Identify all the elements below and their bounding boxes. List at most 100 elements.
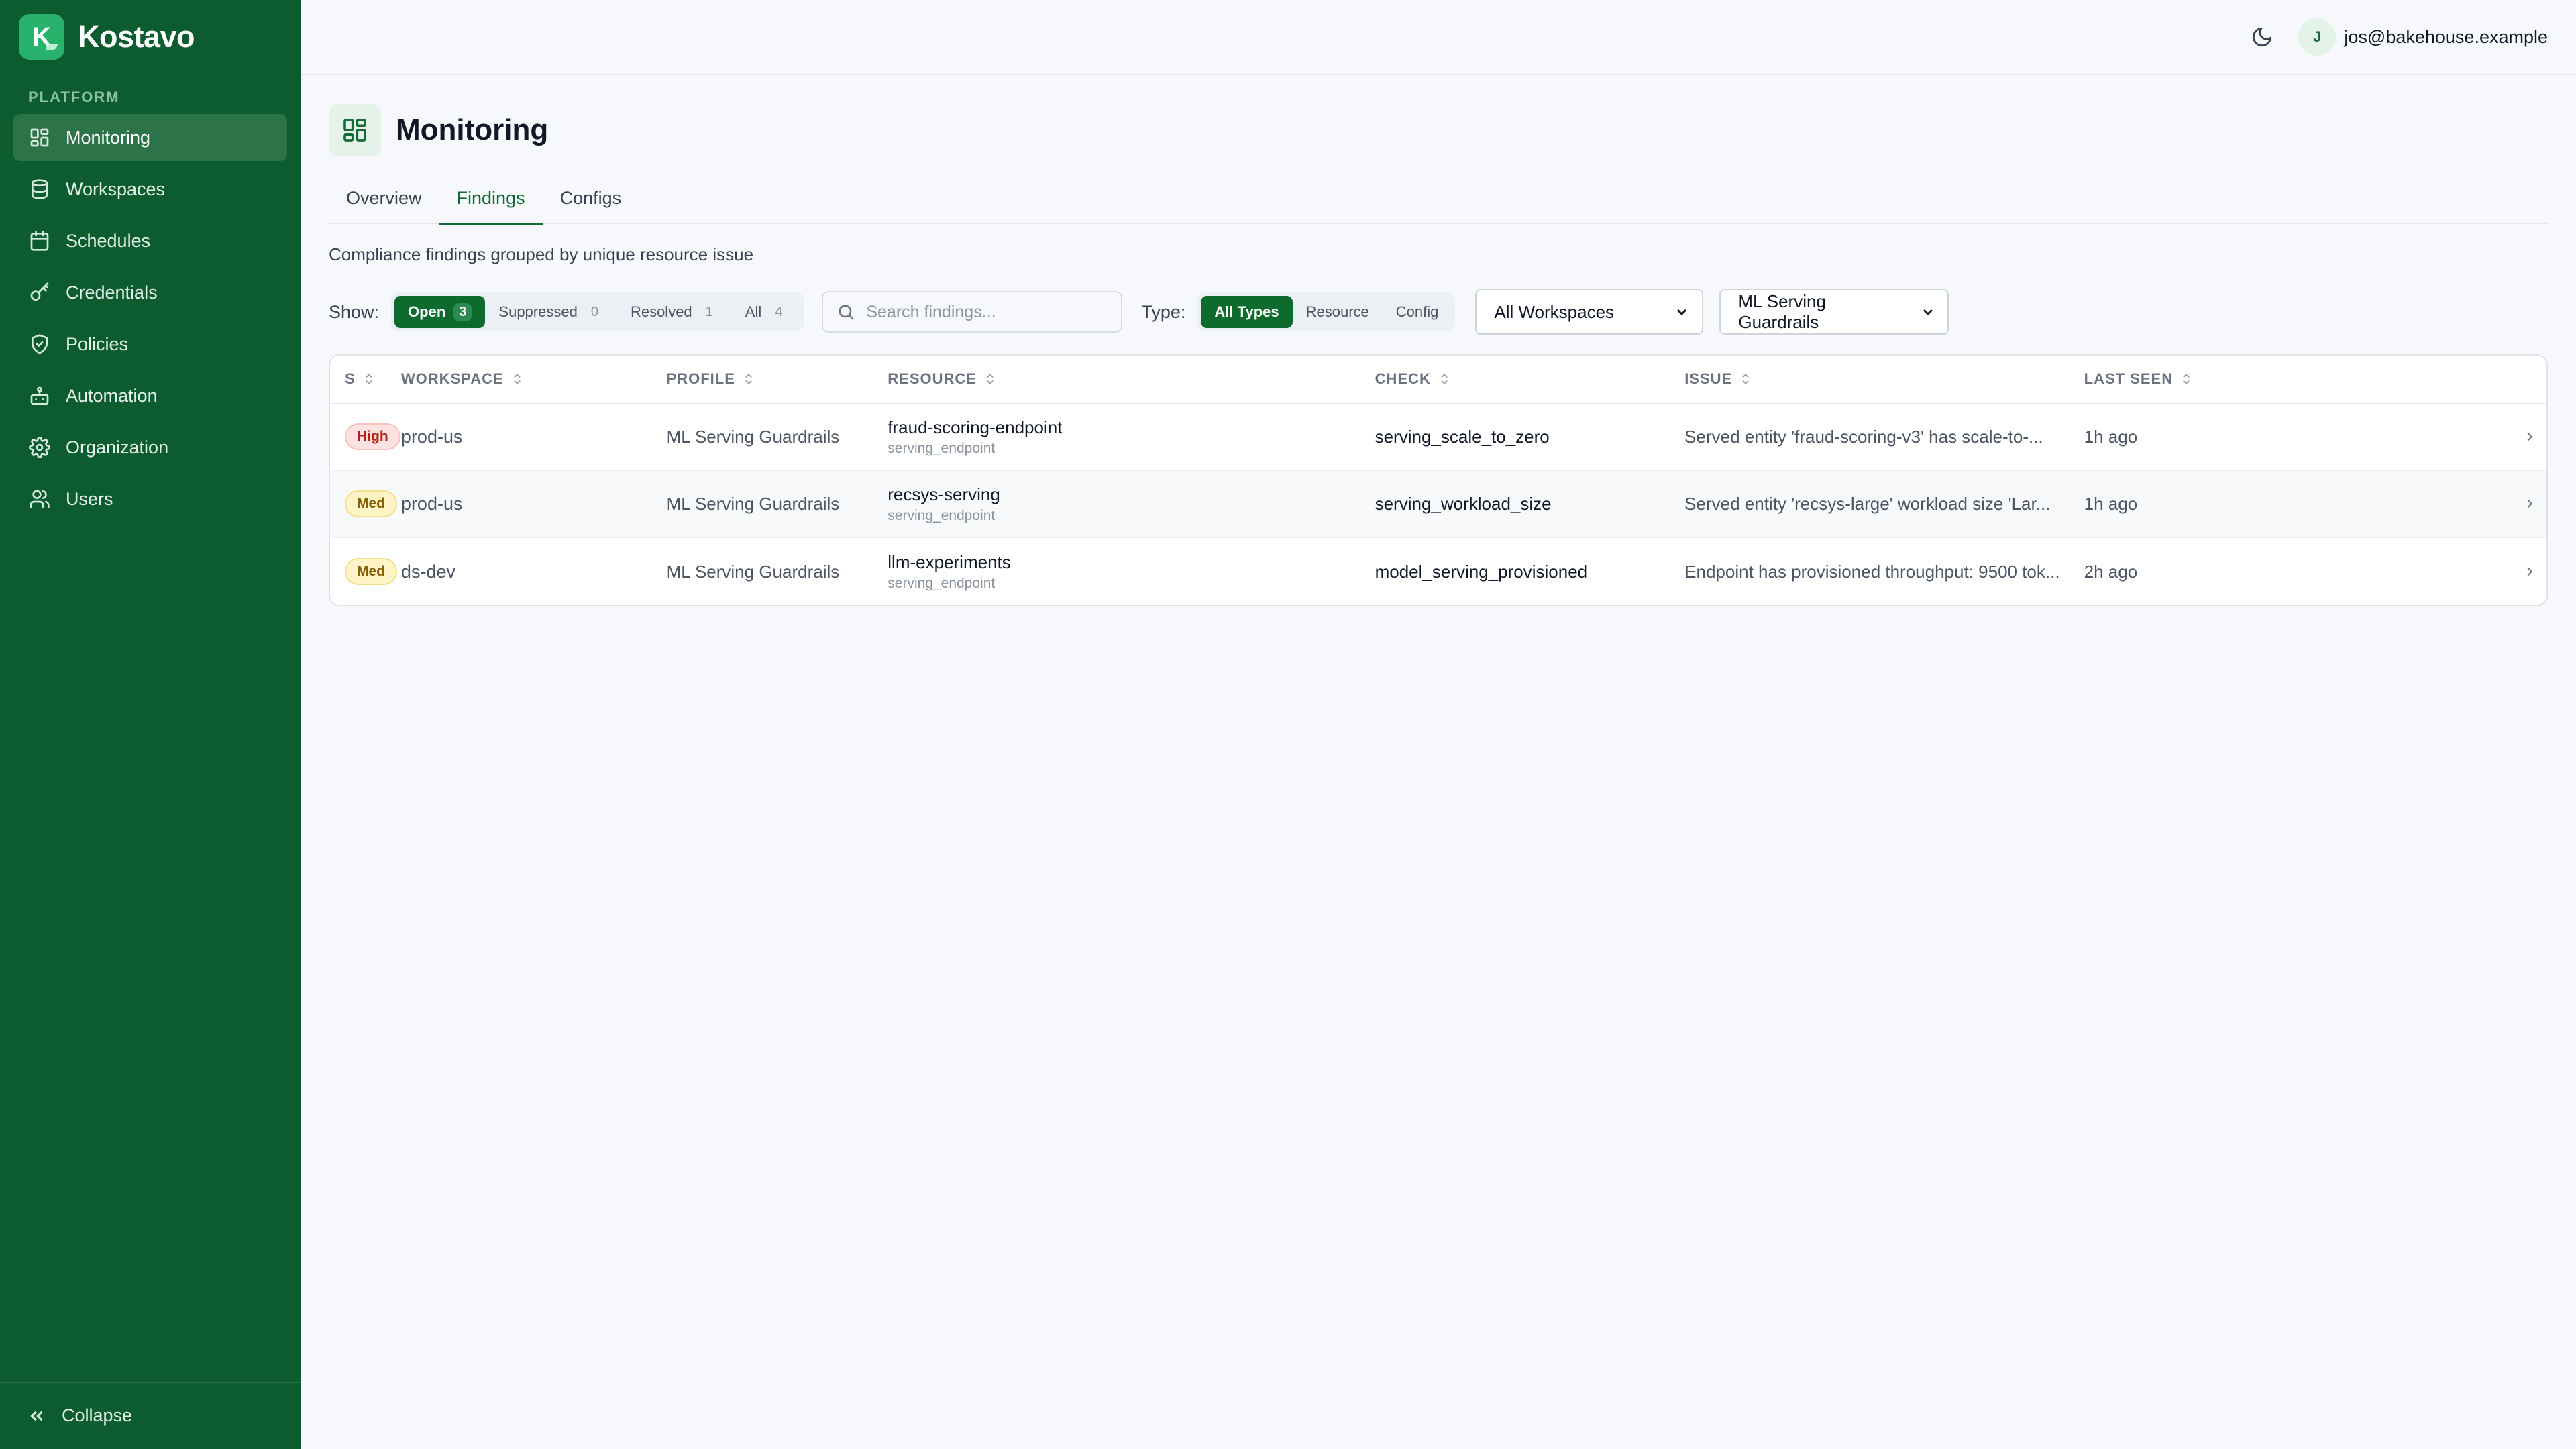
tab-configs[interactable]: Configs xyxy=(543,172,639,224)
profile-select-value: ML Serving Guardrails xyxy=(1738,291,1826,332)
column-header-resource[interactable]: RESOURCE xyxy=(888,370,1375,388)
show-suppressed-count: 0 xyxy=(590,304,598,319)
show-open-button[interactable]: Open 3 xyxy=(394,296,486,328)
sidebar-item-monitoring[interactable]: Monitoring xyxy=(13,114,287,161)
findings-table: S WORKSPACE PROFILE RESOURCE CHECK ISSUE… xyxy=(329,354,2548,606)
resource-name: fraud-scoring-endpoint xyxy=(888,417,1063,437)
resource-name: recsys-serving xyxy=(888,484,1000,504)
profile-select[interactable]: ML Serving Guardrails xyxy=(1719,289,1949,335)
column-label: CHECK xyxy=(1375,370,1431,387)
table-row[interactable]: Med prod-us ML Serving Guardrails recsys… xyxy=(330,471,2546,538)
last-seen-cell: 1h ago xyxy=(2084,493,2138,514)
sidebar-item-workspaces[interactable]: Workspaces xyxy=(13,166,287,213)
severity-badge: Med xyxy=(345,558,397,585)
type-all-button[interactable]: All Types xyxy=(1201,296,1293,328)
avatar[interactable]: J xyxy=(2298,18,2337,56)
show-label: Show: xyxy=(329,301,380,322)
show-resolved-count: 1 xyxy=(705,304,713,319)
column-header-check[interactable]: CHECK xyxy=(1375,370,1685,388)
sidebar-nav: Monitoring Workspaces Schedules Credenti… xyxy=(0,114,301,523)
resource-cell: fraud-scoring-endpoint serving_endpoint xyxy=(888,417,1375,457)
brand[interactable]: K Kostavo xyxy=(0,0,301,74)
main: J jos@bakehouse.example Monitoring Overv… xyxy=(301,0,2576,1449)
topbar: J jos@bakehouse.example xyxy=(301,0,2576,75)
chevron-down-icon xyxy=(1677,309,1687,316)
sidebar-section-label: PLATFORM xyxy=(28,89,120,105)
sort-icon xyxy=(513,374,521,384)
resource-name: llm-experiments xyxy=(888,551,1011,572)
sort-icon xyxy=(2183,374,2190,384)
column-header-workspace[interactable]: WORKSPACE xyxy=(401,370,667,388)
type-filter-group: All Types Resource Config xyxy=(1197,292,1456,331)
column-label: ISSUE xyxy=(1684,370,1733,387)
column-header-profile[interactable]: PROFILE xyxy=(667,370,888,388)
workspace-select[interactable]: All Workspaces xyxy=(1475,289,1704,335)
tabs: Overview Findings Configs xyxy=(329,172,2548,225)
table-header: S WORKSPACE PROFILE RESOURCE CHECK ISSUE… xyxy=(330,356,2546,404)
show-filter-group: Open 3 Suppressed 0 Resolved 1 All 4 xyxy=(391,292,805,331)
show-suppressed-button[interactable]: Suppressed 0 xyxy=(485,296,617,328)
issue-cell: Endpoint has provisioned throughput: 950… xyxy=(1684,561,2060,582)
sort-icon xyxy=(1441,374,1448,384)
profile-cell: ML Serving Guardrails xyxy=(666,426,840,447)
key-icon xyxy=(28,281,51,304)
profile-cell: ML Serving Guardrails xyxy=(666,493,840,514)
show-resolved-button[interactable]: Resolved 1 xyxy=(617,296,732,328)
sidebar-item-label: Organization xyxy=(66,437,169,458)
sort-icon xyxy=(365,374,372,384)
sidebar-item-label: Policies xyxy=(66,333,129,354)
sidebar-item-label: Automation xyxy=(66,385,158,406)
resource-type: serving_endpoint xyxy=(888,440,996,456)
sidebar-item-users[interactable]: Users xyxy=(13,476,287,523)
workspace-select-value: All Workspaces xyxy=(1494,301,1615,322)
theme-toggle-button[interactable] xyxy=(2243,18,2281,56)
issue-cell: Served entity 'recsys-large' workload si… xyxy=(1684,493,2051,514)
sidebar-item-schedules[interactable]: Schedules xyxy=(13,217,287,264)
column-header-last-seen[interactable]: LAST SEEN xyxy=(2084,370,2513,388)
check-cell: serving_scale_to_zero xyxy=(1375,426,1550,447)
table-row[interactable]: Med ds-dev ML Serving Guardrails llm-exp… xyxy=(330,538,2546,605)
sidebar-item-automation[interactable]: Automation xyxy=(13,372,287,419)
show-all-button[interactable]: All 4 xyxy=(732,296,802,328)
tab-overview[interactable]: Overview xyxy=(329,172,439,224)
check-cell: model_serving_provisioned xyxy=(1375,561,1588,582)
column-header-issue[interactable]: ISSUE xyxy=(1684,370,2084,388)
chevron-right-icon[interactable] xyxy=(2513,429,2546,444)
profile-cell: ML Serving Guardrails xyxy=(666,561,840,582)
sort-icon xyxy=(1742,374,1750,384)
users-icon xyxy=(28,488,51,511)
issue-cell: Served entity 'fraud-scoring-v3' has sca… xyxy=(1684,426,2043,447)
resource-cell: llm-experiments serving_endpoint xyxy=(888,552,1375,592)
show-resolved-label: Resolved xyxy=(630,303,692,320)
column-label: LAST SEEN xyxy=(2084,370,2174,387)
column-header-severity[interactable]: S xyxy=(330,370,401,388)
database-icon xyxy=(28,178,51,201)
calendar-icon xyxy=(28,229,51,252)
search-input[interactable] xyxy=(866,302,1108,322)
sidebar-item-credentials[interactable]: Credentials xyxy=(13,269,287,316)
grid-icon xyxy=(28,126,51,149)
sidebar-item-policies[interactable]: Policies xyxy=(13,321,287,368)
type-config-button[interactable]: Config xyxy=(1383,296,1452,328)
type-resource-button[interactable]: Resource xyxy=(1293,296,1383,328)
resource-type: serving_endpoint xyxy=(888,507,996,523)
search-icon xyxy=(839,305,854,320)
chevron-right-icon[interactable] xyxy=(2513,564,2546,579)
show-all-label: All xyxy=(745,303,762,320)
page-subtitle: Compliance findings grouped by unique re… xyxy=(329,244,754,264)
chevron-right-icon[interactable] xyxy=(2513,496,2546,511)
show-open-count: 3 xyxy=(453,303,472,321)
table-row[interactable]: High prod-us ML Serving Guardrails fraud… xyxy=(330,404,2546,471)
collapse-button[interactable]: Collapse xyxy=(0,1382,301,1449)
workspace-cell: prod-us xyxy=(400,426,463,447)
user-email[interactable]: jos@bakehouse.example xyxy=(2344,27,2548,48)
page-title: Monitoring xyxy=(396,113,549,146)
sidebar-item-organization[interactable]: Organization xyxy=(13,424,287,471)
show-open-label: Open xyxy=(408,303,446,320)
moon-icon xyxy=(2253,27,2272,47)
grid-icon xyxy=(329,104,381,156)
severity-badge: Med xyxy=(345,490,397,517)
tab-findings[interactable]: Findings xyxy=(439,172,543,225)
brand-name: Kostavo xyxy=(78,19,195,54)
filter-bar: Show: Open 3 Suppressed 0 Resolved 1 All… xyxy=(329,288,2548,335)
